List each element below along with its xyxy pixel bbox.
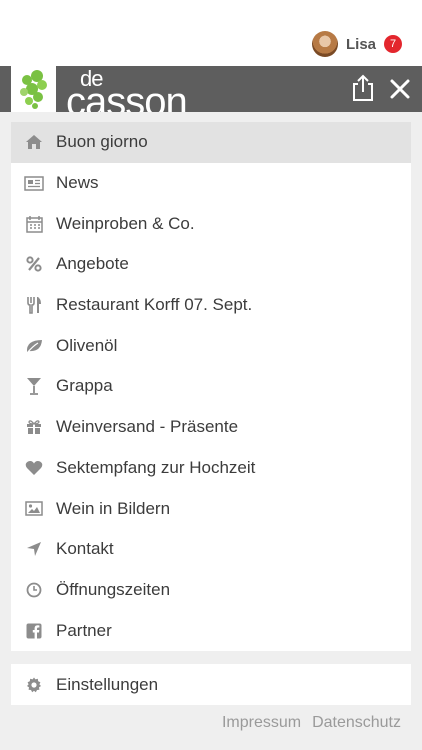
menu-item-news[interactable]: News [11,163,411,204]
top-bar: Lisa 7 [0,0,422,66]
impressum-link[interactable]: Impressum [222,714,301,732]
newspaper-icon [11,175,56,191]
menu-item-label: Wein in Bildern [56,498,171,518]
user-profile[interactable]: Lisa 7 [311,31,402,57]
grape-logo-icon [20,70,47,109]
percent-icon [11,256,56,273]
menu-item-label: Öffnungszeiten [56,579,171,599]
menu-item-olivenoel[interactable]: Olivenöl [11,325,411,366]
menu-item-weinversand[interactable]: Weinversand - Präsente [11,407,411,448]
location-arrow-icon [11,541,56,557]
picture-icon [11,501,56,516]
cutlery-icon [11,296,56,314]
menu-item-label: Restaurant Korff 07. Sept. [56,295,253,315]
leaf-icon [11,338,56,354]
glass-icon [11,377,56,396]
menu-item-label: Kontakt [56,539,114,559]
menu-item-weinproben[interactable]: Weinproben & Co. [11,203,411,244]
user-avatar[interactable] [311,31,338,57]
menu-item-label: Weinproben & Co. [56,213,195,233]
menu-item-wein-in-bildern[interactable]: Wein in Bildern [11,488,411,529]
menu-item-label: Weinversand - Präsente [56,417,239,437]
menu-item-label: Buon giorno [56,132,148,152]
datenschutz-link[interactable]: Datenschutz [312,714,401,732]
share-icon [353,74,373,101]
brand-name: casson [66,80,188,112]
notification-badge[interactable]: 7 [384,35,402,53]
calendar-icon [11,215,56,233]
share-button[interactable] [350,74,376,102]
grape-logo[interactable] [11,66,56,112]
close-button[interactable] [386,75,414,103]
menu-item-buon-giorno[interactable]: Buon giorno [11,122,411,163]
gear-icon [11,677,56,693]
menu-item-angebote[interactable]: Angebote [11,244,411,285]
navigation-menu: Buon giorno News Weinproben & Co. Angebo… [11,122,411,651]
menu-item-partner[interactable]: Partner [11,610,411,651]
menu-item-sektempfang[interactable]: Sektempfang zur Hochzeit [11,448,411,489]
menu-item-einstellungen[interactable]: Einstellungen [11,664,411,705]
menu-item-kontakt[interactable]: Kontakt [11,529,411,570]
menu-item-label: News [56,173,99,193]
menu-item-oeffnungszeiten[interactable]: Öffnungszeiten [11,570,411,611]
clock-icon [11,582,56,598]
settings-label: Einstellungen [56,674,159,694]
menu-item-label: Angebote [56,254,129,274]
menu-item-grappa[interactable]: Grappa [11,366,411,407]
gift-icon [11,419,56,435]
menu-item-label: Grappa [56,376,113,396]
heart-icon [11,460,56,476]
close-icon [390,79,410,99]
home-icon [11,134,56,150]
menu-item-label: Sektempfang zur Hochzeit [56,457,256,477]
user-name[interactable]: Lisa [346,36,376,53]
footer-links: Impressum Datenschutz [222,714,401,732]
menu-item-label: Olivenöl [56,335,118,355]
menu-item-label: Partner [56,620,112,640]
brand-bar: de casson [0,66,422,112]
menu-item-restaurant-korff[interactable]: Restaurant Korff 07. Sept. [11,285,411,326]
facebook-icon [11,623,56,639]
